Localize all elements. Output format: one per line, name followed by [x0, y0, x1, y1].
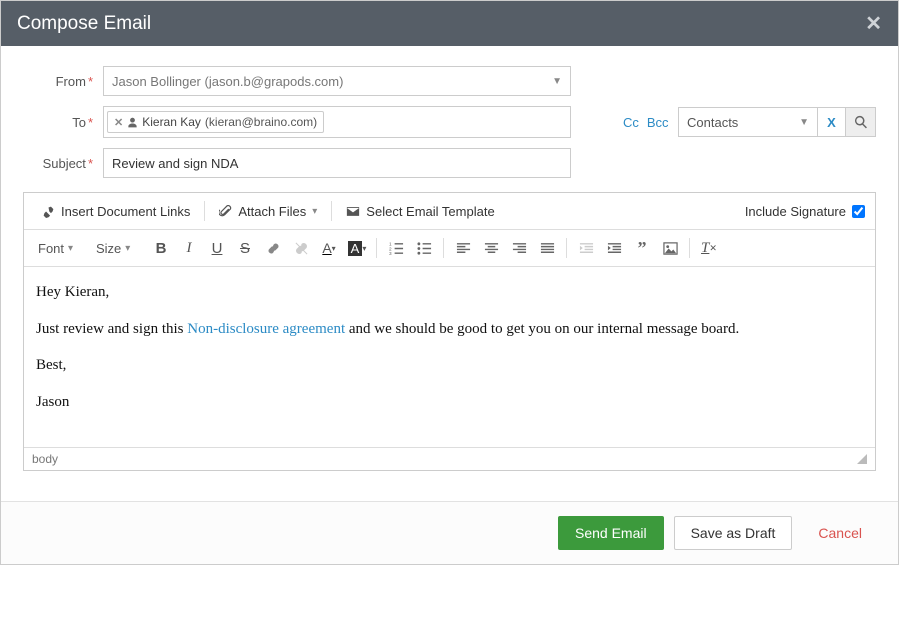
chip-email: (kieran@braino.com) [205, 115, 317, 129]
ol-icon: 123 [389, 241, 404, 256]
svg-text:3: 3 [389, 251, 392, 256]
align-right-button[interactable] [506, 236, 532, 260]
blockquote-button[interactable]: ” [629, 236, 655, 260]
link-button[interactable] [260, 236, 286, 260]
chevron-down-icon: ▼ [799, 117, 809, 128]
outdent-button[interactable] [573, 236, 599, 260]
paperclip-icon [219, 205, 232, 218]
select-template-button[interactable]: Select Email Template [338, 202, 502, 221]
image-button[interactable] [657, 236, 683, 260]
highlight-button[interactable]: A▾ [344, 236, 370, 260]
align-center-button[interactable] [478, 236, 504, 260]
unordered-list-button[interactable] [411, 236, 437, 260]
text-color-button[interactable]: A▾ [316, 236, 342, 260]
person-icon [127, 117, 138, 128]
contacts-search-button[interactable] [846, 107, 876, 137]
modal-footer: Send Email Save as Draft Cancel [1, 501, 898, 564]
cc-toggle[interactable]: Cc [623, 115, 639, 130]
message-body[interactable]: Hey Kieran, Just review and sign this No… [24, 267, 875, 447]
form-content: From* Jason Bollinger (jason.b@grapods.c… [1, 46, 898, 481]
editor-toolbar-actions: Insert Document Links Attach Files ▾ Sel… [24, 193, 875, 230]
align-justify-button[interactable] [534, 236, 560, 260]
nda-link[interactable]: Non-disclosure agreement [187, 321, 345, 337]
resize-handle[interactable] [857, 454, 867, 464]
bold-button[interactable]: B [148, 236, 174, 260]
envelope-icon [346, 205, 360, 218]
image-icon [663, 241, 678, 256]
contacts-select[interactable]: Contacts ▼ [678, 107, 818, 137]
link-icon [42, 205, 55, 218]
caret-down-icon: ▾ [312, 206, 317, 217]
contacts-clear-button[interactable]: X [818, 107, 846, 137]
from-value: Jason Bollinger (jason.b@grapods.com) [112, 74, 343, 89]
chip-name: Kieran Kay [142, 115, 201, 129]
editor-path-bar: body [24, 447, 875, 470]
include-signature-toggle[interactable]: Include Signature [745, 204, 865, 219]
ul-icon [417, 241, 432, 256]
editor-toolbar-formatting: Font ▾ Size ▾ B I U S A▾ A▾ 123 [24, 230, 875, 267]
body-signature: Jason [36, 391, 863, 414]
align-right-icon [512, 241, 527, 256]
send-email-button[interactable]: Send Email [558, 516, 664, 550]
from-label: From* [23, 74, 103, 89]
font-size-select[interactable]: Size ▾ [90, 239, 146, 258]
recipient-chip: ✕ Kieran Kay (kieran@braino.com) [107, 111, 324, 133]
body-greeting: Hey Kieran, [36, 281, 863, 304]
from-select[interactable]: Jason Bollinger (jason.b@grapods.com) ▼ [103, 66, 571, 96]
align-justify-icon [540, 241, 555, 256]
include-signature-checkbox[interactable] [852, 205, 865, 218]
unlink-icon [294, 241, 309, 256]
outdent-icon [579, 241, 594, 256]
clear-formatting-button[interactable]: T✕ [696, 236, 722, 260]
subject-label: Subject* [23, 156, 103, 171]
search-icon [854, 115, 868, 129]
align-center-icon [484, 241, 499, 256]
font-family-select[interactable]: Font ▾ [32, 239, 88, 258]
caret-down-icon: ▾ [125, 243, 130, 254]
save-draft-button[interactable]: Save as Draft [674, 516, 793, 550]
attach-files-button[interactable]: Attach Files ▾ [211, 202, 325, 221]
subject-row: Subject* [23, 148, 876, 178]
body-closing: Best, [36, 354, 863, 377]
indent-icon [607, 241, 622, 256]
insert-document-links-button[interactable]: Insert Document Links [34, 202, 198, 221]
to-input[interactable]: ✕ Kieran Kay (kieran@braino.com) [103, 106, 571, 138]
align-left-icon [456, 241, 471, 256]
cancel-button[interactable]: Cancel [802, 517, 878, 549]
strikethrough-button[interactable]: S [232, 236, 258, 260]
titlebar: Compose Email ✕ [1, 1, 898, 46]
subject-input[interactable] [103, 148, 571, 178]
ordered-list-button[interactable]: 123 [383, 236, 409, 260]
to-row: To* ✕ Kieran Kay (kieran@braino.com) Cc … [23, 106, 876, 138]
italic-button[interactable]: I [176, 236, 202, 260]
chevron-down-icon: ▼ [552, 76, 562, 87]
element-path: body [32, 452, 58, 466]
from-row: From* Jason Bollinger (jason.b@grapods.c… [23, 66, 876, 96]
chip-remove-icon[interactable]: ✕ [114, 116, 123, 129]
to-label: To* [23, 115, 103, 130]
align-left-button[interactable] [450, 236, 476, 260]
modal-title: Compose Email [17, 13, 151, 35]
unlink-button[interactable] [288, 236, 314, 260]
compose-email-modal: Compose Email ✕ From* Jason Bollinger (j… [0, 0, 899, 565]
caret-down-icon: ▾ [68, 243, 73, 254]
indent-button[interactable] [601, 236, 627, 260]
close-icon[interactable]: ✕ [865, 11, 882, 36]
underline-button[interactable]: U [204, 236, 230, 260]
bcc-toggle[interactable]: Bcc [647, 115, 669, 130]
cc-bcc-toggles: Cc Bcc [623, 115, 669, 130]
contacts-picker: Contacts ▼ X [678, 107, 876, 137]
body-main-line: Just review and sign this Non-disclosure… [36, 318, 863, 341]
chain-icon [266, 241, 281, 256]
rich-text-editor: Insert Document Links Attach Files ▾ Sel… [23, 192, 876, 471]
